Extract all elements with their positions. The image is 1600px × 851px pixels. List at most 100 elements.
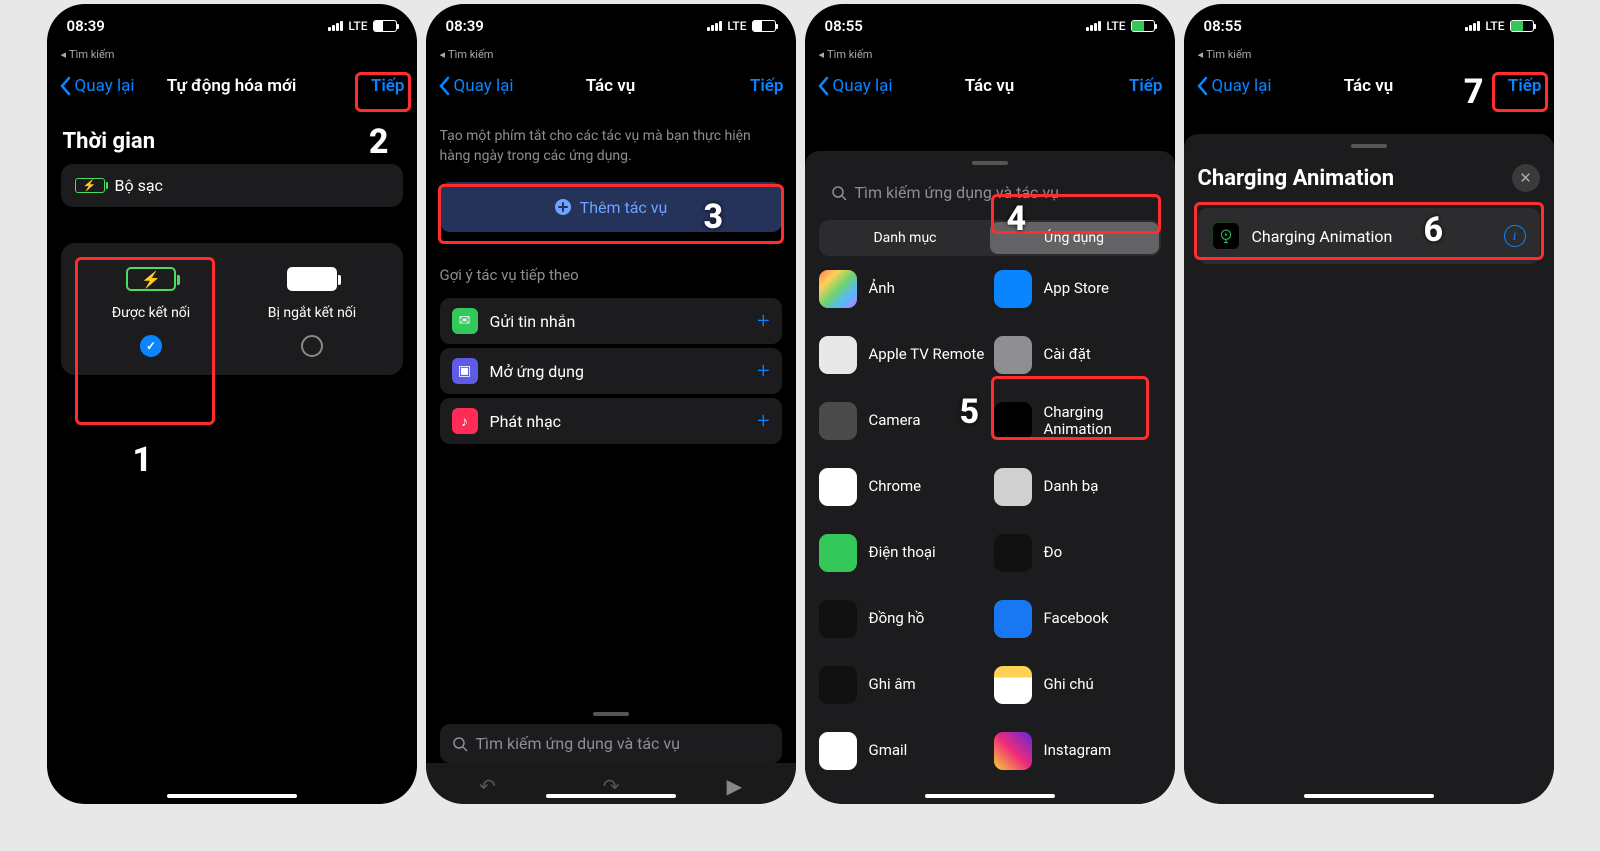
app-icon [819,336,857,374]
app-row[interactable]: Facebook [994,600,1161,638]
suggestion-label: Phát nhạc [490,412,562,431]
app-row[interactable]: App Store [994,270,1161,308]
next-button[interactable]: Tiếp [1129,76,1163,96]
back-button[interactable]: Quay lại [817,76,893,96]
app-row[interactable]: Điện thoại [819,534,986,572]
app-row[interactable]: Danh bạ [994,468,1161,506]
app-row[interactable]: Đo [994,534,1161,572]
home-indicator[interactable] [167,794,297,798]
app-icon [994,732,1032,770]
app-label: App Store [1044,280,1109,297]
step-2: 2 [369,122,389,162]
search-icon [452,736,468,752]
undo-icon[interactable]: ↶ [479,774,496,798]
charger-row[interactable]: ⚡ Bộ sạc [61,164,403,207]
app-label: Ghi âm [869,676,916,693]
app-label: Đồng hồ [869,610,925,627]
step-3: 3 [704,197,724,237]
suggestion-row[interactable]: ♪ Phát nhạc + [440,398,782,444]
suggestion-label: Gửi tin nhắn [490,312,576,331]
app-icon [994,666,1032,704]
app-row[interactable]: Instagram [994,732,1161,770]
sheet-title: Charging Animation [1198,166,1395,191]
close-button[interactable]: ✕ [1512,164,1540,192]
radio-disconnected[interactable] [301,335,323,357]
app-icon [994,468,1032,506]
phone-screen-2: 08:39 LTE ◂ Tìm kiếm Quay lại Tác vụ Tiế… [426,4,796,804]
app-label: Đo [1044,544,1063,561]
app-row[interactable]: Gmail [819,732,986,770]
phone-screen-4: 08:55 LTE ◂ Tìm kiếm Quay lại Tác vụ Tiế… [1184,4,1554,804]
option-disconnected[interactable]: Bị ngắt kết nối [232,267,393,357]
app-icon [819,666,857,704]
app-icon [819,468,857,506]
suggestion-icon: ▣ [452,358,478,384]
section-title-time: Thời gian [63,129,401,154]
suggestion-row[interactable]: ▣ Mở ứng dụng + [440,348,782,394]
charger-label: Bộ sạc [115,176,163,195]
app-icon [994,600,1032,638]
app-label: Gmail [869,742,908,759]
nav-title: Tác vụ [586,76,636,96]
next-button[interactable]: Tiếp [750,76,784,96]
step-4: 4 [1007,199,1027,239]
battery-full-icon [287,267,337,291]
search-input[interactable]: Tìm kiếm ứng dụng và tác vụ [440,724,782,763]
grabber-icon[interactable] [593,712,629,716]
signal-icon [328,21,343,31]
app-row[interactable]: Apple TV Remote [819,336,986,374]
status-bar: 08:39 LTE [47,4,417,48]
app-row[interactable]: Đồng hồ [819,600,986,638]
charger-icon: ⚡ [75,178,105,193]
phone-screen-3: 08:55 LTE ◂ Tìm kiếm Quay lại Tác vụ Tiế… [805,4,1175,804]
plus-icon[interactable]: + [757,309,769,334]
app-label: Ghi chú [1044,676,1094,693]
chevron-left-icon [59,76,71,96]
search-icon [831,185,847,201]
breadcrumb[interactable]: ◂ Tìm kiếm [47,48,417,61]
run-icon[interactable]: ▶ [727,774,742,798]
app-label: Ảnh [869,280,895,297]
step-6: 6 [1424,210,1444,250]
back-button[interactable]: Quay lại [59,76,135,96]
app-icon [819,270,857,308]
step-1: 1 [133,440,153,480]
app-icon [819,402,857,440]
app-icon [994,534,1032,572]
app-icon [994,270,1032,308]
app-icon [994,336,1032,374]
back-button[interactable]: Quay lại [1196,76,1272,96]
nav-title: Tự động hóa mới [167,76,296,96]
grabber-icon[interactable] [972,161,1008,165]
app-label: Apple TV Remote [869,346,985,363]
app-label: Facebook [1044,610,1109,627]
app-label: Instagram [1044,742,1112,759]
battery-icon [373,20,397,32]
step-7: 7 [1464,72,1484,112]
suggestion-row[interactable]: ✉ Gửi tin nhắn + [440,298,782,344]
app-row[interactable]: Ghi âm [819,666,986,704]
app-label: Điện thoại [869,544,936,561]
network-label: LTE [348,19,367,33]
plus-icon[interactable]: + [757,409,769,434]
plus-icon[interactable]: + [757,359,769,384]
app-label: Cài đặt [1044,346,1091,363]
suggestions-title: Gợi ý tác vụ tiếp theo [426,238,796,294]
app-row[interactable]: Ghi chú [994,666,1161,704]
hint-text: Tạo một phím tắt cho các tác vụ mà bạn t… [426,111,796,176]
app-row[interactable]: Chrome [819,468,986,506]
app-label: Camera [869,412,921,429]
app-row[interactable]: Ảnh [819,270,986,308]
app-row[interactable]: Cài đặt [994,336,1161,374]
app-icon [819,732,857,770]
tab-categories[interactable]: Danh mục [821,222,990,254]
action-sheet: Tìm kiếm ứng dụng và tác vụ Danh mục Ứng… [805,151,1175,804]
status-time: 08:39 [67,17,105,35]
app-icon [819,534,857,572]
suggestion-icon: ♪ [452,408,478,434]
back-button[interactable]: Quay lại [438,76,514,96]
suggestion-label: Mở ứng dụng [490,362,584,381]
step-5: 5 [960,392,980,432]
phone-screen-1: 08:39 LTE ◂ Tìm kiếm Quay lại Tự động hó… [47,4,417,804]
suggestion-icon: ✉ [452,308,478,334]
